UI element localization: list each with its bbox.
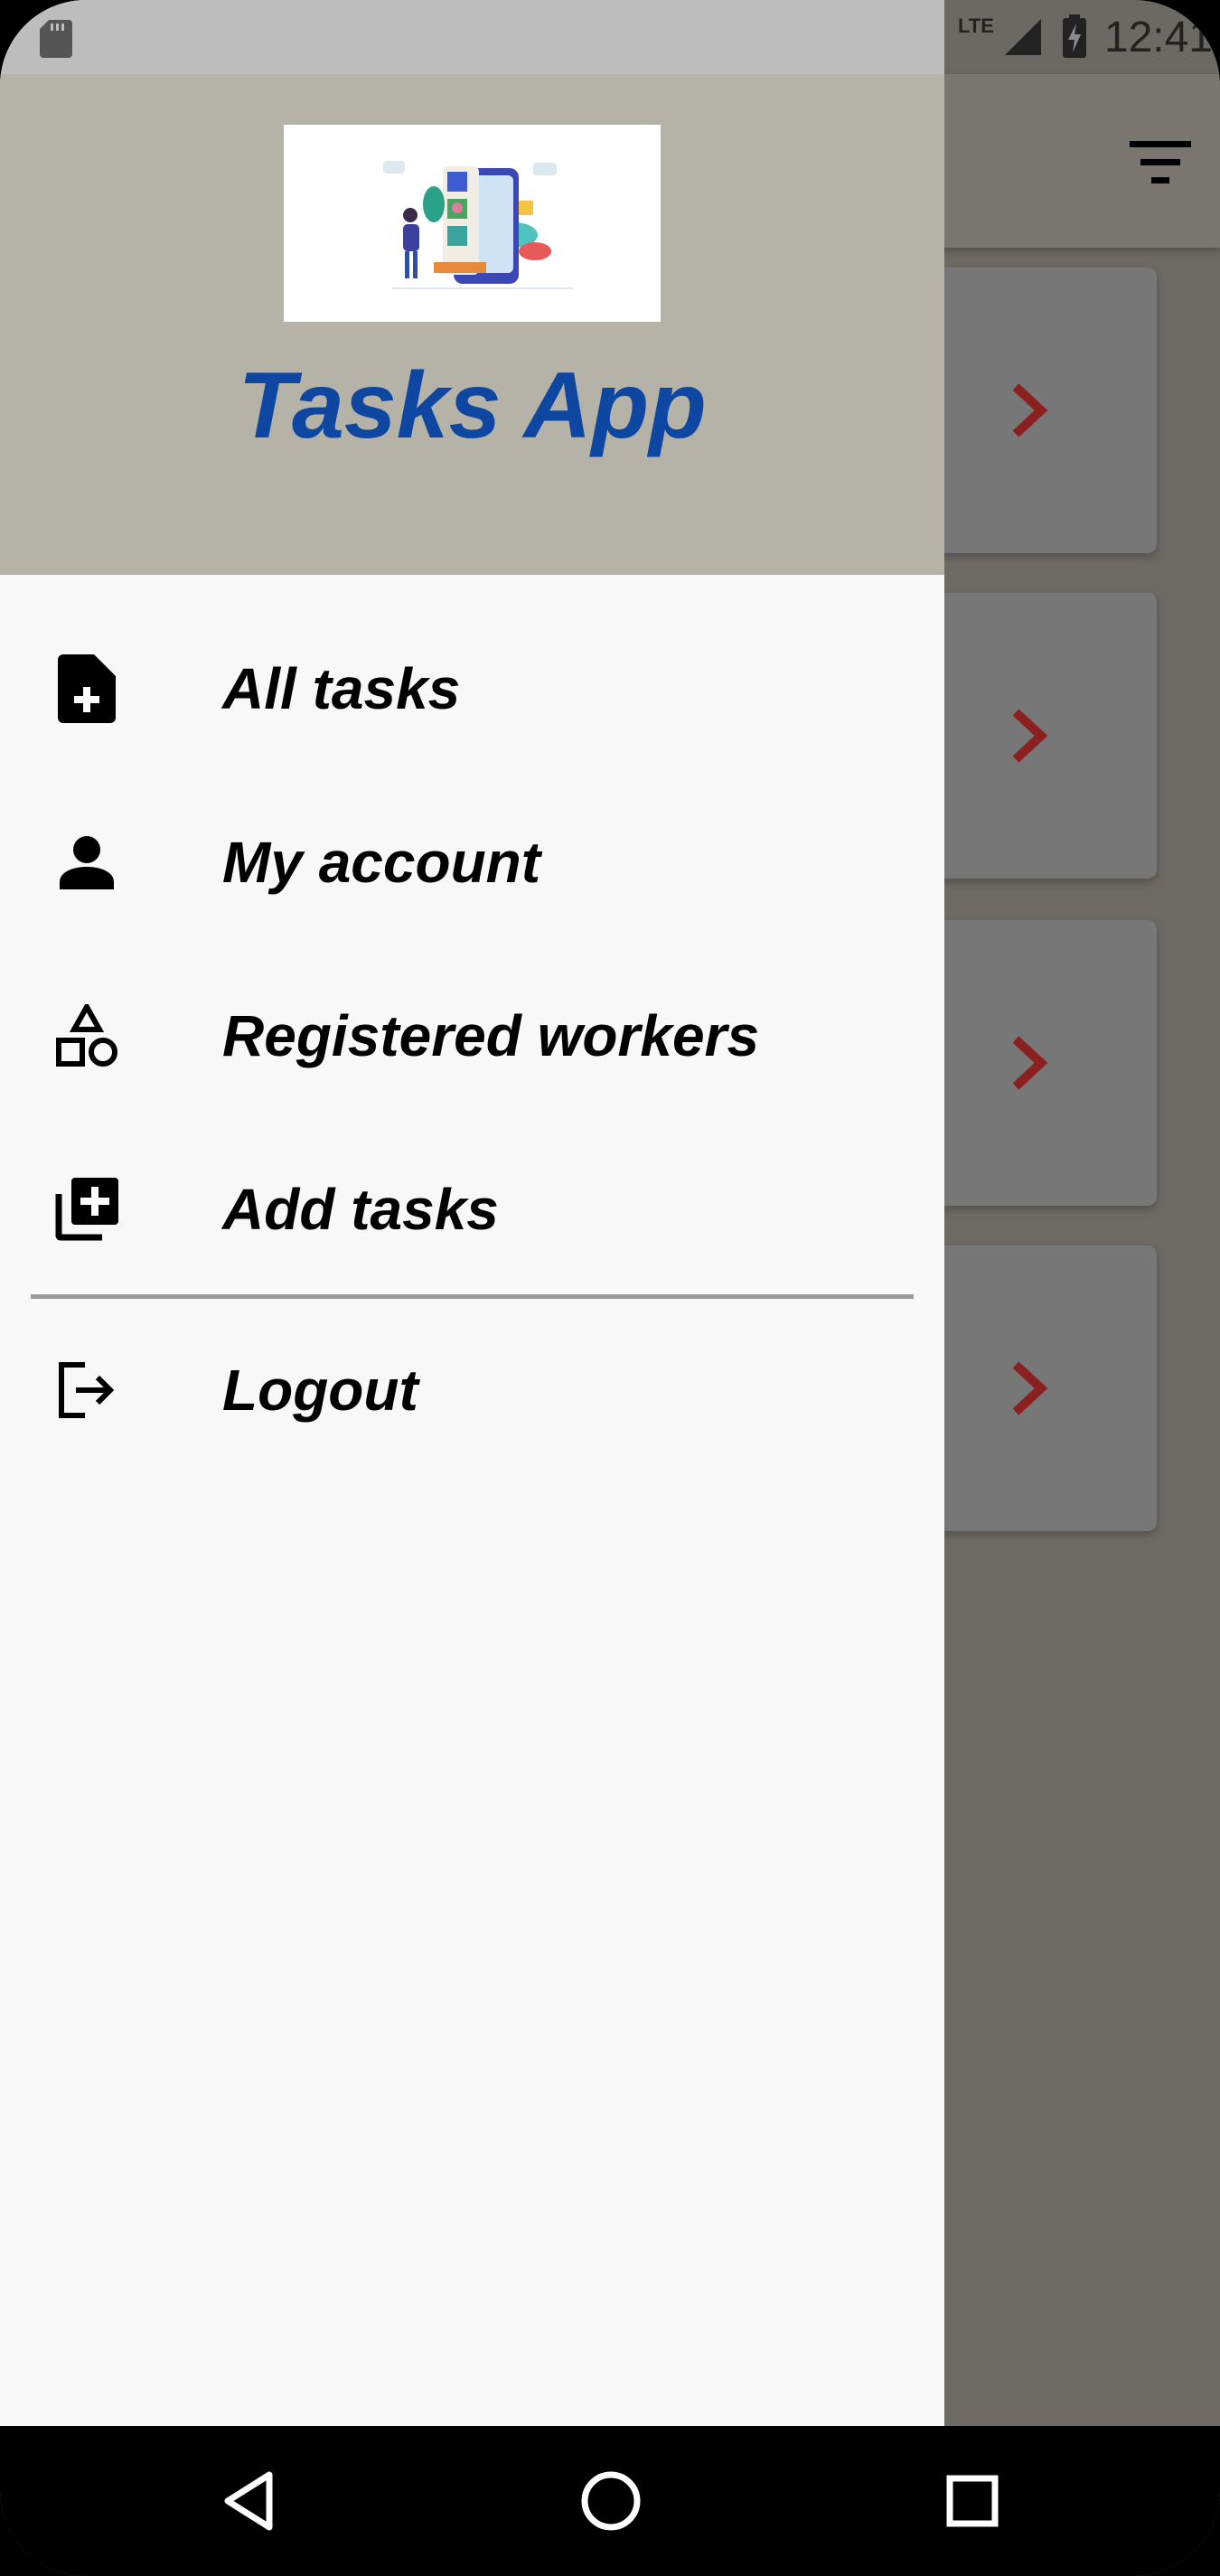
recents-square-icon: [946, 2475, 999, 2527]
chevron-right-icon: [1012, 709, 1048, 763]
person-icon: [52, 828, 121, 897]
chevron-right-icon: [1012, 1361, 1048, 1415]
logout-icon: [52, 1356, 121, 1424]
menu-item-all-tasks[interactable]: All tasks: [0, 602, 944, 776]
status-time: 12:41: [1103, 13, 1213, 61]
category-shapes-icon: [52, 1001, 121, 1070]
menu-label: My account: [222, 830, 541, 895]
menu-item-add-tasks[interactable]: Add tasks: [0, 1123, 944, 1296]
header-illustration: [284, 125, 661, 322]
menu-item-my-account[interactable]: My account: [0, 776, 944, 949]
chevron-right-icon: [1012, 383, 1048, 437]
home-button[interactable]: [539, 2426, 683, 2576]
home-circle-icon: [581, 2471, 641, 2531]
chevron-right-icon: [1012, 1036, 1048, 1090]
menu-item-registered-workers[interactable]: Registered workers: [0, 949, 944, 1123]
task-card[interactable]: [913, 268, 1157, 553]
task-card[interactable]: [913, 920, 1157, 1206]
battery-charging-icon: [1062, 14, 1086, 58]
menu-divider: [31, 1294, 914, 1299]
menu-label: Registered workers: [222, 1003, 760, 1068]
menu-label: Add tasks: [222, 1177, 499, 1242]
status-icons: LTE 12:41: [958, 0, 1220, 74]
drawer-header: Tasks App: [0, 74, 944, 575]
network-type: LTE: [957, 14, 994, 37]
navigation-drawer: Tasks App All tasks My account Registere…: [0, 0, 944, 2426]
note-add-icon: [52, 654, 121, 723]
drawer-status-bar: [0, 0, 944, 74]
library-add-icon: [52, 1175, 121, 1244]
recents-button[interactable]: [900, 2426, 1045, 2576]
task-card[interactable]: [913, 1246, 1157, 1531]
tasks-illustration-icon: [383, 161, 573, 289]
menu-label: All tasks: [222, 656, 461, 721]
device-screen: LTE 12:41 Tasks App All tasks My account…: [0, 0, 1220, 2576]
task-card[interactable]: [913, 593, 1157, 879]
back-triangle-icon: [224, 2471, 273, 2531]
back-button[interactable]: [177, 2426, 322, 2576]
drawer-title: Tasks App: [238, 353, 707, 458]
menu-label: Logout: [222, 1358, 418, 1423]
filter-icon[interactable]: [1126, 136, 1195, 190]
sd-card-icon: [40, 20, 72, 58]
signal-icon: [1004, 19, 1041, 55]
system-navigation-bar: [0, 2426, 1220, 2576]
menu-item-logout[interactable]: Logout: [0, 1303, 944, 1477]
